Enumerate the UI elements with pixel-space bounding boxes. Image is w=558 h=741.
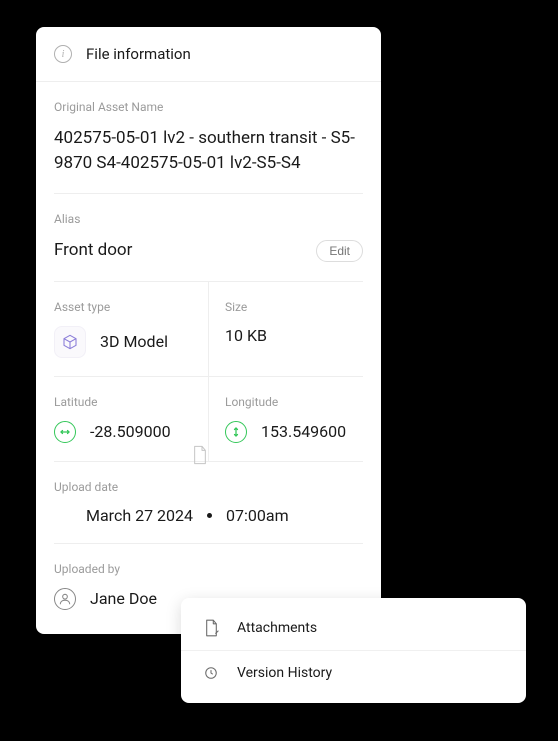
longitude-label: Longitude <box>225 395 363 409</box>
longitude-value: 153.549600 <box>261 422 346 441</box>
menu-version-history-label: Version History <box>237 665 332 681</box>
upload-date-value: March 27 2024 <box>86 506 193 525</box>
info-icon: i <box>54 45 72 63</box>
uploaded-by-value: Jane Doe <box>90 589 157 608</box>
size-label: Size <box>225 300 363 314</box>
attachment-file-icon <box>203 620 219 636</box>
menu-item-version-history[interactable]: Version History <box>181 650 526 695</box>
latitude-section: Latitude -28.509000 <box>54 377 209 462</box>
longitude-section: Longitude 153.549600 <box>209 377 363 462</box>
lat-lon-row: Latitude -28.509000 Longitude <box>54 377 363 462</box>
asset-type-value: 3D Model <box>100 332 168 351</box>
uploaded-by-label: Uploaded by <box>54 562 363 576</box>
latitude-label: Latitude <box>54 395 192 409</box>
asset-type-section: Asset type 3D Model <box>54 282 209 377</box>
size-value: 10 KB <box>225 326 363 345</box>
card-header: i File information <box>36 27 381 82</box>
context-menu: Attachments Version History <box>181 598 526 703</box>
menu-attachments-label: Attachments <box>237 620 317 636</box>
upload-date-label: Upload date <box>54 480 363 494</box>
alias-section: Alias Front door Edit <box>54 194 363 282</box>
clock-icon <box>203 665 219 681</box>
separator-dot-icon <box>207 513 212 518</box>
original-name-section: Original Asset Name 402575-05-01 lv2 - s… <box>54 82 363 194</box>
upload-time-value: 07:00am <box>226 506 289 525</box>
vertical-arrows-icon <box>225 421 247 443</box>
edit-alias-button[interactable]: Edit <box>316 240 363 262</box>
user-icon <box>54 588 76 610</box>
upload-date-section: Upload date March 27 2024 07:00am <box>54 462 363 544</box>
alias-label: Alias <box>54 212 363 226</box>
file-info-card: i File information Original Asset Name 4… <box>36 27 381 634</box>
original-name-value: 402575-05-01 lv2 - southern transit - S5… <box>54 126 363 175</box>
original-name-label: Original Asset Name <box>54 100 363 114</box>
card-title: File information <box>86 45 191 63</box>
file-icon <box>192 445 208 469</box>
type-size-row: Asset type 3D Model Size 10 KB <box>54 282 363 377</box>
cube-icon <box>54 326 86 358</box>
latitude-value: -28.509000 <box>90 422 171 441</box>
menu-item-attachments[interactable]: Attachments <box>181 606 526 650</box>
size-section: Size 10 KB <box>209 282 363 377</box>
alias-value: Front door <box>54 238 132 263</box>
horizontal-arrows-icon <box>54 421 76 443</box>
asset-type-label: Asset type <box>54 300 192 314</box>
